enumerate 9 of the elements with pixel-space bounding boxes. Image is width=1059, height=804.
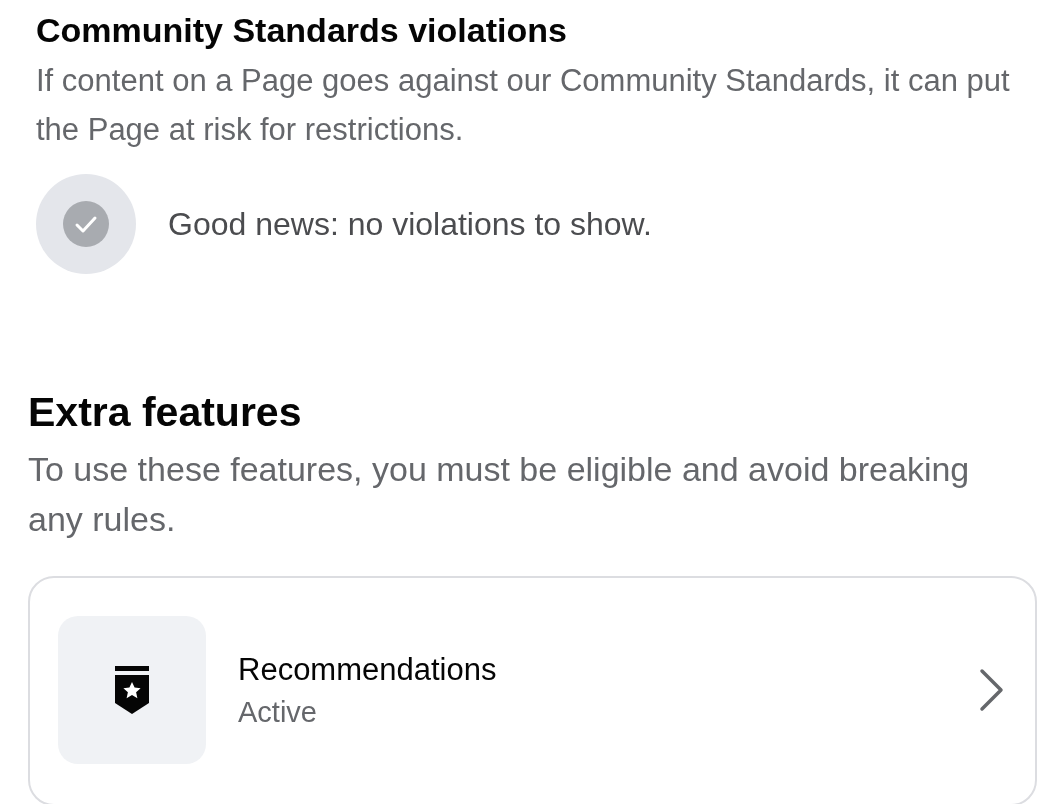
section-description: If content on a Page goes against our Community Standards, it can put the Page at risk for restrictions.: [36, 62, 1011, 149]
feature-name: Recommendations: [238, 651, 498, 688]
chevron-right-icon: [979, 668, 1005, 712]
feature-card[interactable]: Recommendations Active: [28, 576, 1037, 804]
feature-status: Active: [238, 695, 318, 729]
section-description: To use these features, you must be eligible and avoid breaking any rules.: [28, 449, 971, 540]
status-message: Good news: no violations to show.: [168, 205, 652, 243]
section-title: Community Standards violations: [36, 10, 568, 51]
section-title: Extra features: [28, 388, 303, 437]
